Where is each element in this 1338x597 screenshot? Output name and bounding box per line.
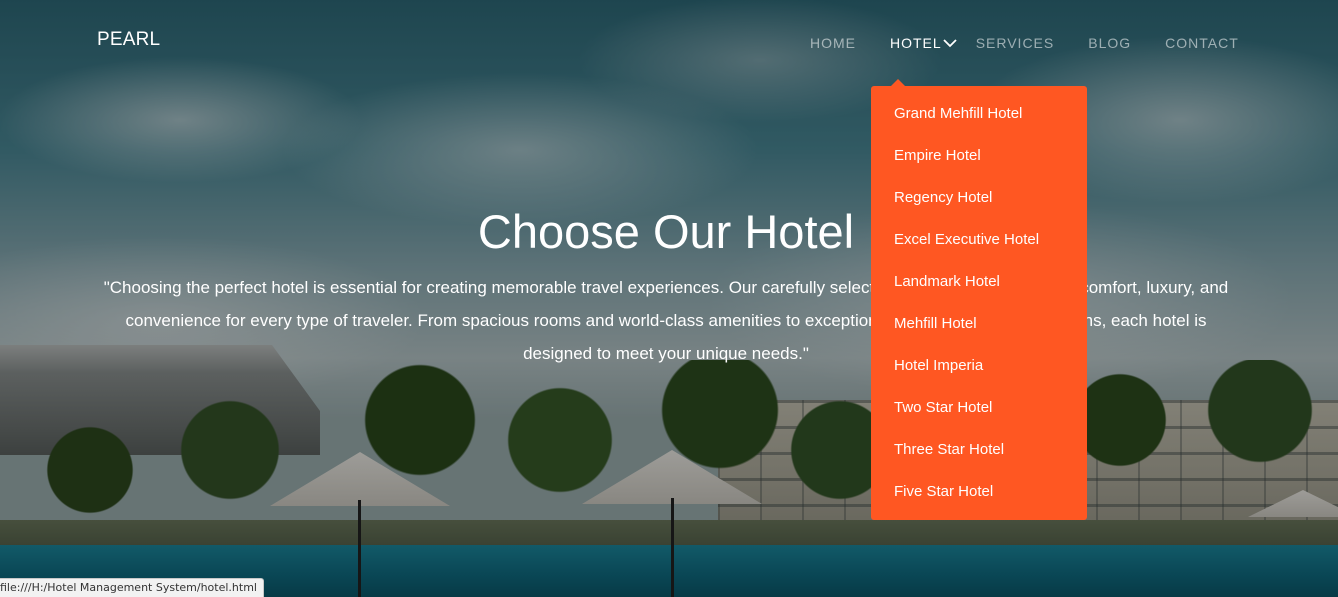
dropdown-item-excel-executive-hotel[interactable]: Excel Executive Hotel xyxy=(871,225,1087,267)
dropdown-item-five-star-hotel[interactable]: Five Star Hotel xyxy=(871,477,1087,519)
chevron-down-icon xyxy=(942,38,976,48)
main-nav: HOME HOTEL SERVICES BLOG CONTACT xyxy=(800,33,1239,53)
nav-hotel[interactable]: HOTEL xyxy=(890,35,976,51)
nav-home[interactable]: HOME xyxy=(810,35,856,51)
brand-logo[interactable]: PEARL xyxy=(97,29,160,51)
browser-status-bar: file:///H:/Hotel Management System/hotel… xyxy=(0,578,264,597)
dropdown-item-empire-hotel[interactable]: Empire Hotel xyxy=(871,141,1087,183)
dropdown-item-hotel-imperia[interactable]: Hotel Imperia xyxy=(871,351,1087,393)
dropdown-item-regency-hotel[interactable]: Regency Hotel xyxy=(871,183,1087,225)
dropdown-item-two-star-hotel[interactable]: Two Star Hotel xyxy=(871,393,1087,435)
dropdown-item-mehfill-hotel[interactable]: Mehfill Hotel xyxy=(871,309,1087,351)
nav-services[interactable]: SERVICES xyxy=(976,35,1055,51)
nav-contact[interactable]: CONTACT xyxy=(1165,35,1239,51)
nav-blog[interactable]: BLOG xyxy=(1088,35,1131,51)
dropdown-item-three-star-hotel[interactable]: Three Star Hotel xyxy=(871,435,1087,477)
dropdown-item-landmark-hotel[interactable]: Landmark Hotel xyxy=(871,267,1087,309)
dropdown-item-grand-mehfill-hotel[interactable]: Grand Mehfill Hotel xyxy=(871,99,1087,141)
nav-hotel-label: HOTEL xyxy=(890,35,942,51)
page-title: Choose Our Hotel xyxy=(477,205,855,258)
hotel-dropdown-menu: Grand Mehfill Hotel Empire Hotel Regency… xyxy=(871,86,1087,520)
